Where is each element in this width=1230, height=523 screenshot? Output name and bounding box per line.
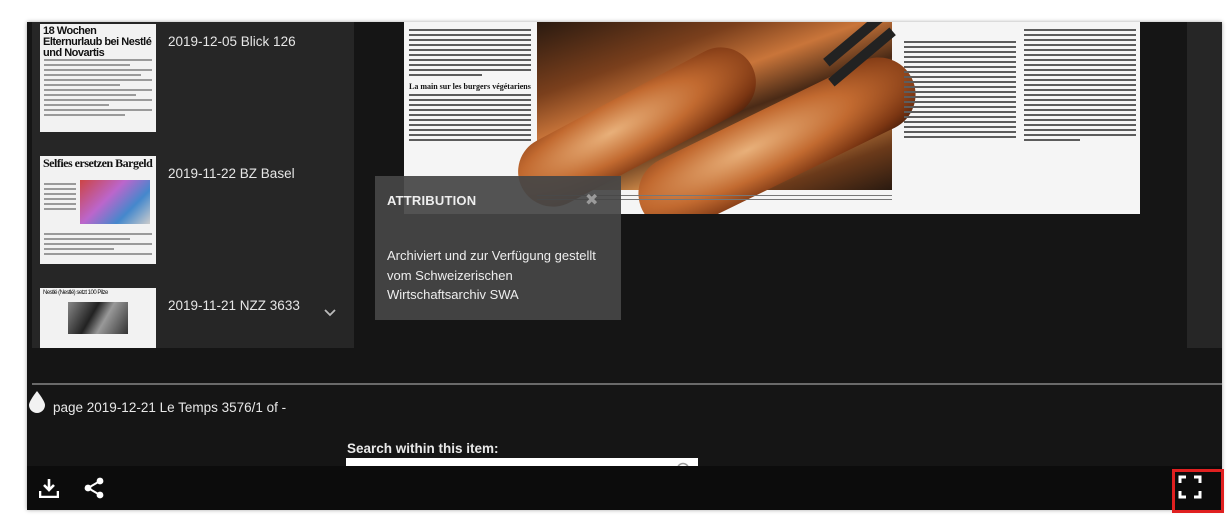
attribution-title: ATTRIBUTION (387, 193, 477, 208)
text-column (1024, 26, 1136, 144)
attribution-text: Archiviert und zur Verfügung gestellt vo… (387, 248, 596, 302)
search-label: Search within this item: (347, 441, 499, 456)
text-column (904, 38, 1016, 141)
close-icon[interactable]: ✖ (585, 190, 598, 210)
text-column: La main sur les burgers végétariens (409, 26, 531, 144)
next-page-strip[interactable] (1187, 22, 1222, 348)
page-info-text: page 2019-12-21 Le Temps 3576/1 of - (53, 400, 287, 415)
thumbnail-label[interactable]: 2019-11-22 BZ Basel (168, 166, 295, 181)
bottom-toolbar (27, 466, 1222, 510)
thumbnail-label[interactable]: 2019-11-21 NZZ 3633 (168, 298, 300, 313)
sausage-photo (505, 22, 929, 214)
thumbnail-image[interactable]: 18 Wochen Elternurlaub bei Nestlé und No… (40, 24, 156, 132)
thumbnail-label[interactable]: 2019-12-05 Blick 126 (168, 34, 296, 49)
page-slider-handle[interactable] (27, 391, 47, 413)
attribution-popup: ATTRIBUTION ✖ Archiviert und zur Verfügu… (375, 176, 621, 320)
article-subhead: La main sur les burgers végétariens (409, 82, 531, 91)
page-slider-track[interactable] (32, 383, 1222, 385)
thumbnail-image[interactable]: Nestlé (Nestlé) setzt 100 Pilze (40, 288, 156, 348)
thumbnail-headline: Nestlé (Nestlé) setzt 100 Pilze (43, 290, 108, 296)
thumbnail-headline: Selfies ersetzen Bargeld (43, 156, 153, 170)
thumbnail-image[interactable]: Selfies ersetzen Bargeld (40, 156, 156, 264)
thumbnail-panel[interactable]: 18 Wochen Elternurlaub bei Nestlé und No… (32, 22, 354, 348)
document-viewer: 18 Wochen Elternurlaub bei Nestlé und No… (27, 22, 1222, 510)
download-icon[interactable] (38, 478, 60, 499)
fullscreen-highlight-box (1172, 469, 1224, 513)
share-icon[interactable] (83, 477, 105, 499)
chevron-down-icon[interactable] (324, 306, 336, 320)
